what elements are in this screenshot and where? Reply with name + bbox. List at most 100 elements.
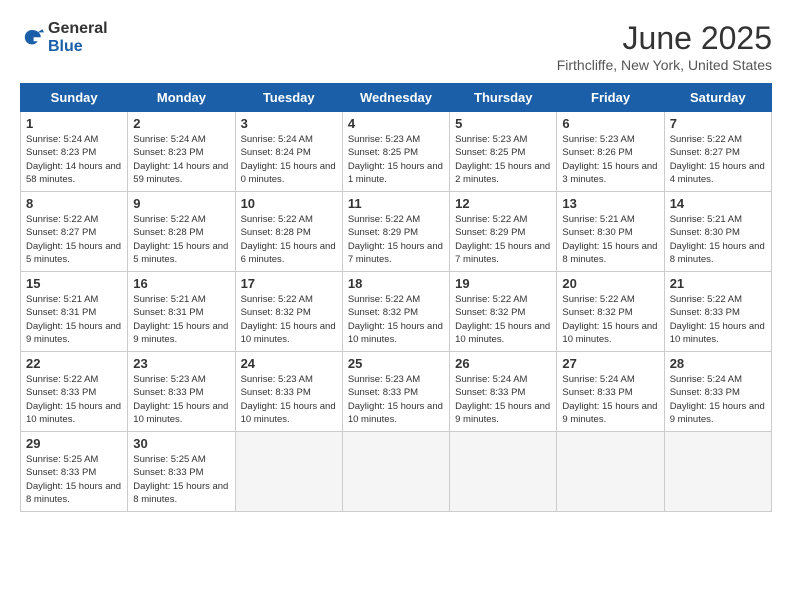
calendar-day-cell xyxy=(664,432,771,512)
day-info: Sunrise: 5:23 AMSunset: 8:25 PMDaylight:… xyxy=(348,133,444,186)
day-info: Sunrise: 5:24 AMSunset: 8:23 PMDaylight:… xyxy=(26,133,122,186)
calendar-day-cell: 1Sunrise: 5:24 AMSunset: 8:23 PMDaylight… xyxy=(21,112,128,192)
day-number: 16 xyxy=(133,276,229,291)
day-info: Sunrise: 5:23 AMSunset: 8:25 PMDaylight:… xyxy=(455,133,551,186)
day-number: 2 xyxy=(133,116,229,131)
calendar-day-cell: 19 Sunrise: 5:22 AMSunset: 8:32 PMDayligh… xyxy=(450,272,557,352)
logo: General Blue xyxy=(20,20,108,55)
day-number: 29 xyxy=(26,436,122,451)
calendar-day-cell: 20Sunrise: 5:22 AMSunset: 8:32 PMDayligh… xyxy=(557,272,664,352)
calendar-day-cell: 16 Sunrise: 5:21 AMSunset: 8:31 PMDayligh… xyxy=(128,272,235,352)
day-number: 3 xyxy=(241,116,337,131)
calendar-day-cell: 10 Sunrise: 5:22 AMSunset: 8:28 PMDayligh… xyxy=(235,192,342,272)
day-info: Sunrise: 5:24 AMSunset: 8:33 PMDaylight:… xyxy=(455,373,551,426)
day-info: Sunrise: 5:21 AMSunset: 8:30 PMDaylight:… xyxy=(562,213,658,266)
calendar-week-row: 29 Sunrise: 5:25 AMSunset: 8:33 PMDayligh… xyxy=(21,432,772,512)
calendar-day-cell: 25 Sunrise: 5:23 AMSunset: 8:33 PMDayligh… xyxy=(342,352,449,432)
day-info: Sunrise: 5:24 AMSunset: 8:23 PMDaylight:… xyxy=(133,133,229,186)
day-info: Sunrise: 5:22 AMSunset: 8:32 PMDaylight:… xyxy=(241,293,337,346)
day-info: Sunrise: 5:23 AMSunset: 8:33 PMDaylight:… xyxy=(133,373,229,426)
calendar-day-cell: 6Sunrise: 5:23 AMSunset: 8:26 PMDaylight… xyxy=(557,112,664,192)
calendar-day-cell xyxy=(235,432,342,512)
day-number: 7 xyxy=(670,116,766,131)
page-header: General Blue June 2025 Firthcliffe, New … xyxy=(20,20,772,73)
calendar-day-cell: 23 Sunrise: 5:23 AMSunset: 8:33 PMDayligh… xyxy=(128,352,235,432)
logo-icon xyxy=(20,26,44,50)
day-number: 5 xyxy=(455,116,551,131)
day-info: Sunrise: 5:21 AMSunset: 8:31 PMDaylight:… xyxy=(26,293,122,346)
calendar-week-row: 22Sunrise: 5:22 AMSunset: 8:33 PMDayligh… xyxy=(21,352,772,432)
day-info: Sunrise: 5:25 AMSunset: 8:33 PMDaylight:… xyxy=(26,453,122,506)
calendar-header-row: SundayMondayTuesdayWednesdayThursdayFrid… xyxy=(21,84,772,112)
calendar-day-cell: 21 Sunrise: 5:22 AMSunset: 8:33 PMDayligh… xyxy=(664,272,771,352)
day-info: Sunrise: 5:23 AMSunset: 8:33 PMDaylight:… xyxy=(348,373,444,426)
day-info: Sunrise: 5:22 AMSunset: 8:28 PMDaylight:… xyxy=(133,213,229,266)
day-number: 21 xyxy=(670,276,766,291)
day-info: Sunrise: 5:21 AMSunset: 8:30 PMDaylight:… xyxy=(670,213,766,266)
calendar-week-row: 1Sunrise: 5:24 AMSunset: 8:23 PMDaylight… xyxy=(21,112,772,192)
calendar-day-cell: 3Sunrise: 5:24 AMSunset: 8:24 PMDaylight… xyxy=(235,112,342,192)
day-number: 17 xyxy=(241,276,337,291)
weekday-header: Monday xyxy=(128,84,235,112)
day-number: 11 xyxy=(348,196,444,211)
day-number: 9 xyxy=(133,196,229,211)
day-number: 26 xyxy=(455,356,551,371)
calendar-day-cell: 27Sunrise: 5:24 AMSunset: 8:33 PMDayligh… xyxy=(557,352,664,432)
location: Firthcliffe, New York, United States xyxy=(557,57,772,73)
day-info: Sunrise: 5:22 AMSunset: 8:32 PMDaylight:… xyxy=(455,293,551,346)
day-number: 4 xyxy=(348,116,444,131)
day-number: 28 xyxy=(670,356,766,371)
weekday-header: Friday xyxy=(557,84,664,112)
calendar-day-cell xyxy=(450,432,557,512)
weekday-header: Wednesday xyxy=(342,84,449,112)
day-number: 18 xyxy=(348,276,444,291)
calendar-day-cell: 18 Sunrise: 5:22 AMSunset: 8:32 PMDayligh… xyxy=(342,272,449,352)
day-number: 24 xyxy=(241,356,337,371)
calendar-day-cell: 2 Sunrise: 5:24 AMSunset: 8:23 PMDaylight… xyxy=(128,112,235,192)
calendar-day-cell: 22Sunrise: 5:22 AMSunset: 8:33 PMDayligh… xyxy=(21,352,128,432)
day-info: Sunrise: 5:22 AMSunset: 8:33 PMDaylight:… xyxy=(670,293,766,346)
day-info: Sunrise: 5:25 AMSunset: 8:33 PMDaylight:… xyxy=(133,453,229,506)
day-info: Sunrise: 5:22 AMSunset: 8:29 PMDaylight:… xyxy=(455,213,551,266)
day-info: Sunrise: 5:22 AMSunset: 8:29 PMDaylight:… xyxy=(348,213,444,266)
logo-general: General xyxy=(48,20,108,37)
day-number: 12 xyxy=(455,196,551,211)
day-number: 15 xyxy=(26,276,122,291)
calendar-day-cell: 30Sunrise: 5:25 AMSunset: 8:33 PMDayligh… xyxy=(128,432,235,512)
day-info: Sunrise: 5:22 AMSunset: 8:27 PMDaylight:… xyxy=(670,133,766,186)
day-info: Sunrise: 5:22 AMSunset: 8:33 PMDaylight:… xyxy=(26,373,122,426)
calendar-day-cell: 24Sunrise: 5:23 AMSunset: 8:33 PMDayligh… xyxy=(235,352,342,432)
day-number: 10 xyxy=(241,196,337,211)
calendar-day-cell: 13 Sunrise: 5:21 AMSunset: 8:30 PMDayligh… xyxy=(557,192,664,272)
title-block: June 2025 Firthcliffe, New York, United … xyxy=(557,20,772,73)
calendar-day-cell: 9 Sunrise: 5:22 AMSunset: 8:28 PMDaylight… xyxy=(128,192,235,272)
calendar-day-cell: 11 Sunrise: 5:22 AMSunset: 8:29 PMDayligh… xyxy=(342,192,449,272)
calendar-day-cell: 17 Sunrise: 5:22 AMSunset: 8:32 PMDayligh… xyxy=(235,272,342,352)
day-number: 19 xyxy=(455,276,551,291)
calendar-day-cell: 7 Sunrise: 5:22 AMSunset: 8:27 PMDaylight… xyxy=(664,112,771,192)
calendar-week-row: 15 Sunrise: 5:21 AMSunset: 8:31 PMDayligh… xyxy=(21,272,772,352)
day-number: 23 xyxy=(133,356,229,371)
weekday-header: Sunday xyxy=(21,84,128,112)
logo-text: General Blue xyxy=(48,20,108,55)
day-info: Sunrise: 5:22 AMSunset: 8:32 PMDaylight:… xyxy=(348,293,444,346)
day-number: 13 xyxy=(562,196,658,211)
day-info: Sunrise: 5:24 AMSunset: 8:33 PMDaylight:… xyxy=(670,373,766,426)
calendar-day-cell: 29 Sunrise: 5:25 AMSunset: 8:33 PMDayligh… xyxy=(21,432,128,512)
calendar-week-row: 8Sunrise: 5:22 AMSunset: 8:27 PMDaylight… xyxy=(21,192,772,272)
day-info: Sunrise: 5:24 AMSunset: 8:33 PMDaylight:… xyxy=(562,373,658,426)
weekday-header: Saturday xyxy=(664,84,771,112)
calendar-day-cell xyxy=(557,432,664,512)
weekday-header: Thursday xyxy=(450,84,557,112)
day-number: 6 xyxy=(562,116,658,131)
day-info: Sunrise: 5:21 AMSunset: 8:31 PMDaylight:… xyxy=(133,293,229,346)
calendar-day-cell: 8Sunrise: 5:22 AMSunset: 8:27 PMDaylight… xyxy=(21,192,128,272)
calendar-day-cell: 12 Sunrise: 5:22 AMSunset: 8:29 PMDayligh… xyxy=(450,192,557,272)
weekday-header: Tuesday xyxy=(235,84,342,112)
day-number: 25 xyxy=(348,356,444,371)
day-info: Sunrise: 5:22 AMSunset: 8:28 PMDaylight:… xyxy=(241,213,337,266)
calendar-day-cell: 26 Sunrise: 5:24 AMSunset: 8:33 PMDayligh… xyxy=(450,352,557,432)
calendar-day-cell: 14Sunrise: 5:21 AMSunset: 8:30 PMDayligh… xyxy=(664,192,771,272)
calendar-day-cell: 4 Sunrise: 5:23 AMSunset: 8:25 PMDaylight… xyxy=(342,112,449,192)
calendar-day-cell: 28 Sunrise: 5:24 AMSunset: 8:33 PMDayligh… xyxy=(664,352,771,432)
